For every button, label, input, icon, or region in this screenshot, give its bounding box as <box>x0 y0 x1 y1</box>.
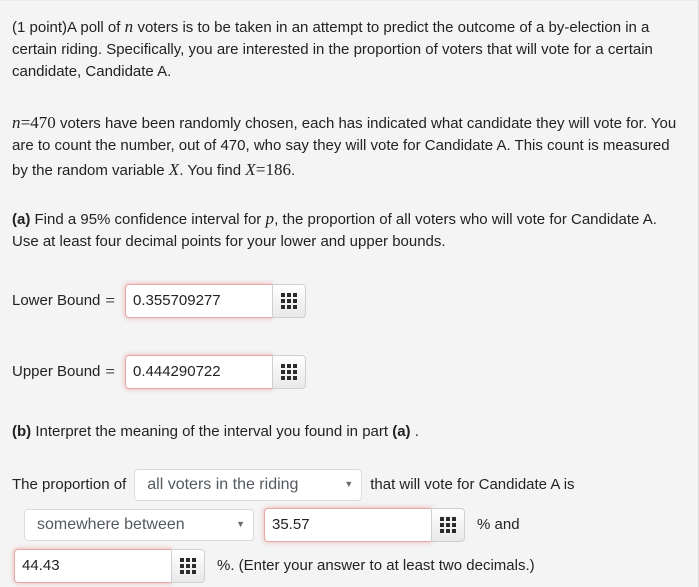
math-var-X-2: X <box>245 159 256 179</box>
intro-text-1: A poll of <box>67 19 125 36</box>
sentence-middle-text: that will vote for Candidate A is <box>370 476 575 494</box>
part-b-text-end: . <box>410 422 419 440</box>
problem-content: (1 point)A poll of n voters is to be tak… <box>0 1 698 583</box>
tail-instruction-text: %. (Enter your answer to at least two de… <box>217 557 535 575</box>
lower-bound-equals: = <box>105 290 115 310</box>
interpretation-row-2: somewhere between ▼ % and <box>12 507 684 542</box>
interpretation-row-1: The proportion of all voters in the ridi… <box>12 468 684 501</box>
lower-bound-label: Lower Bound <box>12 292 101 309</box>
para2-period: . <box>290 161 296 179</box>
lower-bound-calculator-button[interactable] <box>272 283 306 318</box>
upper-bound-input-group <box>125 354 306 389</box>
para2-text-2: . You find <box>179 161 246 179</box>
sentence-start-text: The proportion of <box>12 476 127 494</box>
percent-low-input-group <box>264 507 465 542</box>
relation-select-value: somewhere between <box>37 515 185 533</box>
chevron-down-icon: ▼ <box>344 479 354 490</box>
part-a-marker: (a) <box>12 211 31 229</box>
part-b-text: Interpret the meaning of the interval yo… <box>31 422 393 440</box>
upper-bound-calculator-button[interactable] <box>272 354 306 389</box>
percent-high-input-group <box>14 548 205 583</box>
grid-icon <box>281 363 297 380</box>
problem-data-paragraph: n=470 voters have been randomly chosen, … <box>12 110 684 183</box>
part-b-marker: (b) <box>12 422 32 440</box>
percent-high-input[interactable] <box>14 548 171 583</box>
part-b-prompt: (b) Interpret the meaning of the interva… <box>12 421 684 443</box>
problem-page: (1 point)A poll of n voters is to be tak… <box>0 0 699 587</box>
relation-select[interactable]: somewhere between ▼ <box>24 508 254 541</box>
problem-intro-paragraph: (1 point)A poll of n voters is to be tak… <box>12 14 684 84</box>
interpretation-row-3: %. (Enter your answer to at least two de… <box>12 548 684 583</box>
lower-bound-input-group <box>125 283 306 318</box>
grid-icon <box>180 557 196 574</box>
para2-text-1: voters have been randomly chosen, each h… <box>12 114 677 179</box>
upper-bound-equals: = <box>105 361 115 381</box>
math-var-n: n <box>124 17 134 36</box>
math-equals-1: = <box>20 112 31 132</box>
upper-bound-input[interactable] <box>125 354 272 389</box>
math-value-X: 186 <box>265 159 291 179</box>
math-var-n-2: n <box>12 112 21 132</box>
part-a-prompt: (a) Find a 95% confidence interval for p… <box>12 206 684 253</box>
point-label: (1 point) <box>12 19 68 36</box>
math-value-n: 470 <box>30 112 56 132</box>
population-select[interactable]: all voters in the riding ▼ <box>134 468 363 501</box>
upper-bound-row: Upper Bound = <box>12 354 684 389</box>
grid-icon <box>440 516 456 533</box>
math-var-X: X <box>168 159 180 179</box>
part-a-text-1: Find a 95% confidence interval for <box>30 211 266 229</box>
math-var-p: p <box>265 209 275 229</box>
upper-bound-label: Upper Bound <box>12 363 101 380</box>
percent-low-input[interactable] <box>264 507 431 542</box>
grid-icon <box>281 292 297 309</box>
lower-bound-row: Lower Bound = <box>12 283 684 318</box>
math-equals-2: = <box>255 159 266 179</box>
chevron-down-icon: ▼ <box>236 519 245 530</box>
percent-high-calculator-button[interactable] <box>171 548 205 583</box>
percent-and-text: % and <box>477 516 520 534</box>
lower-bound-input[interactable] <box>125 283 272 318</box>
part-b-marker-ref: (a) <box>392 422 411 440</box>
population-select-value: all voters in the riding <box>147 475 299 493</box>
percent-low-calculator-button[interactable] <box>431 507 465 542</box>
